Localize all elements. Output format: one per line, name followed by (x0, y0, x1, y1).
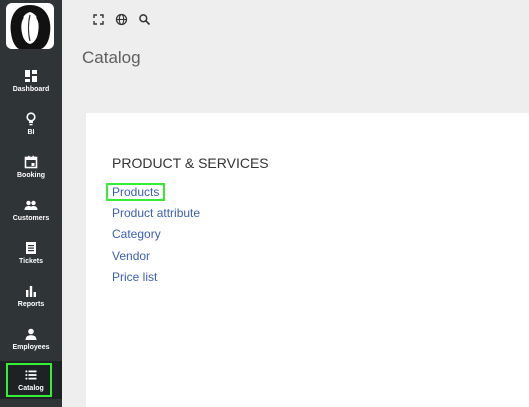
sidebar-item-customers[interactable]: Customers (0, 191, 62, 229)
sidebar-item-employees[interactable]: Employees (0, 320, 62, 358)
sidebar-item-bi[interactable]: BI (0, 105, 62, 143)
section-title: PRODUCT & SERVICES (112, 155, 269, 171)
sidebar-item-booking[interactable]: Booking (0, 148, 62, 186)
sidebar-item-label: Tickets (19, 257, 43, 265)
bar-chart-icon (26, 285, 36, 297)
link-products[interactable]: Products (106, 183, 166, 201)
sidebar-item-label: Dashboard (12, 85, 50, 93)
dashboard-icon (25, 69, 37, 82)
sidebar-item-tickets[interactable]: Tickets (0, 234, 62, 272)
toolbar (92, 11, 151, 27)
list-item: Product attribute (112, 205, 200, 227)
sidebar-item-label: Customers (12, 214, 50, 222)
hair-silhouette-icon (10, 5, 51, 49)
sidebar-item-label: BI (27, 128, 35, 136)
fullscreen-icon[interactable] (92, 13, 105, 26)
ticket-icon (26, 241, 36, 254)
people-icon (24, 200, 38, 210)
globe-icon[interactable] (115, 13, 128, 26)
sidebar: Dashboard BI Booking Customers Tickets R… (0, 0, 62, 407)
search-icon[interactable] (138, 13, 151, 26)
sidebar-item-label: Employees (12, 343, 50, 351)
person-icon (25, 328, 37, 340)
list-item: Price list (112, 269, 200, 291)
calendar-icon (24, 155, 38, 168)
brand-logo[interactable] (6, 3, 54, 49)
highlight-box (6, 363, 52, 397)
link-price-list[interactable]: Price list (112, 270, 157, 284)
sidebar-item-catalog[interactable]: Catalog (0, 361, 62, 399)
sidebar-item-reports[interactable]: Reports (0, 277, 62, 315)
lightbulb-icon (26, 111, 36, 125)
list-item: Category (112, 226, 200, 248)
list-item: Vendor (112, 248, 200, 270)
page-title: Catalog (82, 48, 141, 67)
catalog-card: PRODUCT & SERVICES Products Product attr… (86, 113, 529, 407)
sidebar-item-label: Reports (17, 300, 45, 308)
link-vendor[interactable]: Vendor (112, 249, 150, 263)
sidebar-item-label: Booking (17, 171, 45, 179)
link-product-attribute[interactable]: Product attribute (112, 206, 200, 220)
catalog-links: Products Product attribute Category Vend… (106, 183, 200, 291)
link-category[interactable]: Category (112, 227, 161, 241)
sidebar-item-dashboard[interactable]: Dashboard (0, 62, 62, 100)
list-item: Products (106, 183, 200, 205)
